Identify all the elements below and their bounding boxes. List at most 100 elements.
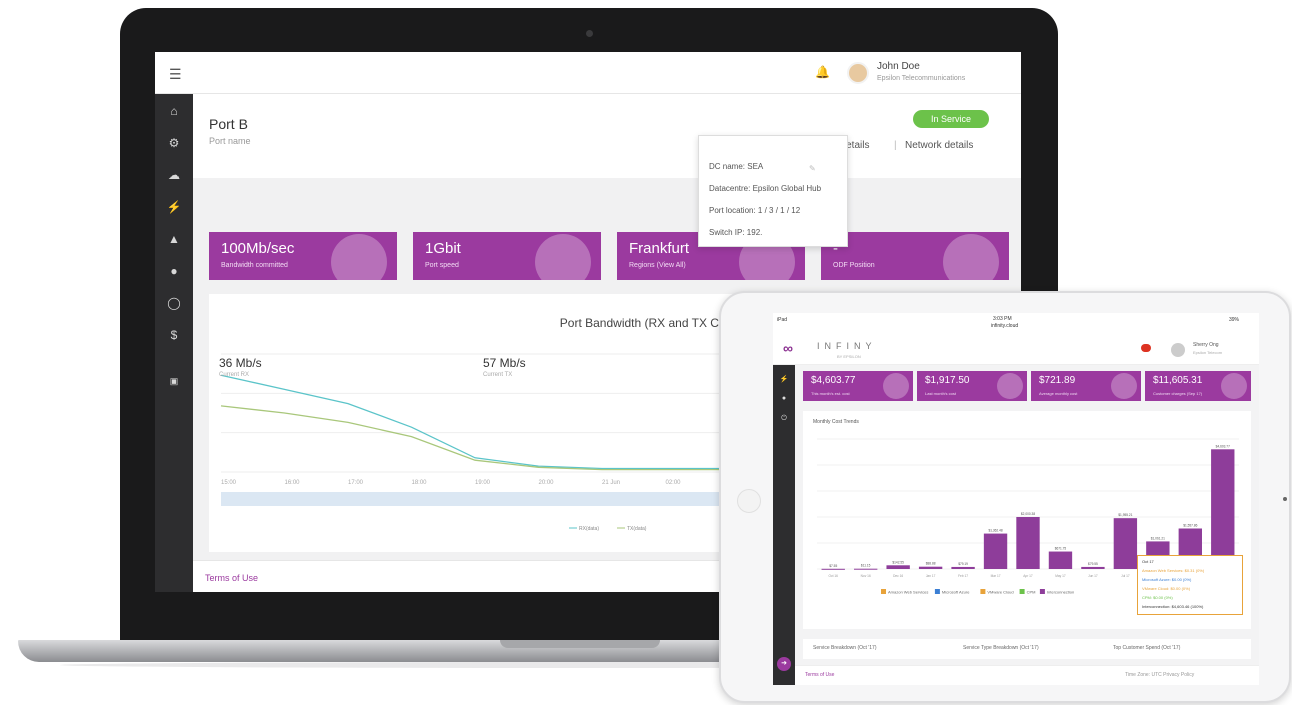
- x-tick-label: 15:00: [221, 480, 237, 486]
- stat-label: Customer charges (Sep 17): [1153, 391, 1203, 396]
- current-rx-label: Current RX: [219, 372, 250, 378]
- data-label: $79.19: [958, 562, 968, 566]
- dollar-icon[interactable]: $: [155, 328, 193, 342]
- stat-label: Last month's cost: [925, 391, 956, 396]
- collapse-icon[interactable]: ▣: [155, 376, 193, 387]
- calendar-icon: [883, 373, 909, 399]
- edit-icon[interactable]: ✎: [809, 164, 816, 173]
- laptop-notch: [500, 640, 660, 648]
- tablet-camera: [1283, 497, 1287, 501]
- url-label: infinity.cloud: [991, 323, 1019, 329]
- x-tick-label: Jul 17: [1121, 574, 1130, 578]
- popover-dc-name: DC name: SEA: [709, 162, 764, 171]
- top-bar: ☰ 🔔 John Doe Epsilon Telecommunications: [155, 52, 1021, 94]
- legend-label: Amazon Web Services: [888, 590, 928, 595]
- series-line-RX(data): [220, 374, 729, 470]
- notification-badge[interactable]: [1141, 344, 1151, 352]
- legend-label: RX(data): [579, 526, 599, 532]
- series-line-TX(data): [220, 405, 729, 471]
- stat-label: This month's est. cost: [811, 391, 850, 396]
- legend-label: VMware Cloud: [987, 590, 1013, 595]
- current-rx-value: 36 Mb/s: [219, 356, 262, 370]
- legend-swatch: [1039, 589, 1045, 594]
- tablet-frame: iPad 3:03 PM infinity.cloud 39% ∞ INFINY…: [719, 291, 1291, 703]
- port-header: Port B Port name In Service More details…: [193, 94, 1021, 178]
- bell-icon[interactable]: 🔔: [815, 65, 830, 79]
- clock: 3:03 PM: [993, 316, 1012, 322]
- receipt-icon: [997, 373, 1023, 399]
- stat-value: $11,605.31: [1153, 375, 1203, 386]
- legend-label: Interconnection: [1047, 590, 1074, 595]
- service-type-title: Service Type Breakdown (Oct '17): [963, 645, 1039, 651]
- next-arrow-icon[interactable]: ➜: [777, 657, 791, 671]
- popover-switch-ip: Switch IP: 192.: [709, 228, 763, 237]
- tooltip-row: CPM: $0.00 (0%): [1142, 595, 1173, 600]
- pie-chart-icon: [331, 234, 387, 280]
- users-icon[interactable]: ●: [155, 264, 193, 278]
- data-label: $1,061.21: [1151, 536, 1165, 540]
- x-tick-label: Oct 16: [829, 574, 839, 578]
- device-label: iPad: [777, 317, 788, 323]
- page-subtitle: Port name: [209, 136, 251, 146]
- tablet-stat-card[interactable]: $721.89 Average monthly cost: [1031, 371, 1141, 401]
- bar: [854, 568, 878, 570]
- stat-label: Bandwidth committed: [221, 262, 288, 269]
- stat-card-bandwidth[interactable]: 100Mb/sec Bandwidth committed: [209, 232, 397, 280]
- tablet-sidebar: ⚡ ● ⏻ ➜: [773, 365, 795, 685]
- bell-nav-icon[interactable]: ▲: [155, 232, 193, 246]
- timezone-privacy[interactable]: Time Zone: UTC Privacy Policy: [1125, 672, 1194, 678]
- data-label: $4,603.77: [1216, 444, 1230, 448]
- user-company: Epsilon Telecom: [1193, 350, 1223, 355]
- home-icon[interactable]: ⌂: [155, 104, 193, 118]
- bar: [1048, 551, 1073, 569]
- data-label: $88.88: [926, 562, 936, 566]
- cloud-icon[interactable]: ☁: [155, 168, 193, 182]
- current-tx-value: 57 Mb/s: [483, 356, 526, 370]
- x-tick-label: Nov 16: [861, 574, 871, 578]
- tablet-stat-card[interactable]: $4,603.77 This month's est. cost: [803, 371, 913, 401]
- globe-icon[interactable]: ◯: [155, 296, 193, 310]
- plug-icon[interactable]: ⚡: [773, 375, 795, 383]
- settings-icon[interactable]: ⚙: [155, 136, 193, 150]
- speedometer-icon: [535, 234, 591, 280]
- dot-icon[interactable]: ●: [773, 395, 795, 402]
- plug-icon[interactable]: ⚡: [155, 200, 193, 214]
- avatar[interactable]: [847, 62, 869, 84]
- legend-swatch: [980, 589, 986, 594]
- x-tick-label: 18:00: [412, 480, 428, 486]
- legend-swatch: [934, 589, 940, 594]
- bar: [918, 566, 943, 569]
- data-label: $142.55: [892, 560, 904, 564]
- bar-chart-icon: [1111, 373, 1137, 399]
- stat-value: $4,603.77: [811, 375, 856, 386]
- tooltip-row: Microsoft Azure: $0.00 (0%): [1142, 577, 1192, 582]
- x-tick-label: Mar 17: [991, 574, 1001, 578]
- stat-card-odf[interactable]: - ODF Position: [821, 232, 1009, 280]
- stat-label[interactable]: Regions (View All): [629, 262, 686, 269]
- sidebar: ⌂ ⚙ ☁ ⚡ ▲ ● ◯ $ ▣: [155, 94, 193, 592]
- tablet-stat-card[interactable]: $11,605.31 Customer charges (Sep 17): [1145, 371, 1251, 401]
- brand-subtitle: BY EPSILON: [837, 354, 861, 359]
- avatar[interactable]: [1171, 343, 1185, 357]
- bar: [951, 566, 975, 569]
- x-tick-label: May 17: [1055, 574, 1066, 578]
- x-tick-label: 02:00: [666, 480, 682, 486]
- navigator-range: [221, 492, 721, 506]
- terms-of-use-link[interactable]: Terms of Use: [805, 672, 834, 678]
- x-tick-label: Jun 17: [1088, 574, 1098, 578]
- hamburger-icon[interactable]: ☰: [169, 66, 182, 83]
- tablet-stat-card[interactable]: $1,917.50 Last month's cost: [917, 371, 1027, 401]
- power-icon[interactable]: ⏻: [773, 415, 795, 423]
- data-label: $671.75: [1055, 547, 1067, 551]
- bar: [1211, 449, 1235, 569]
- stat-card-port-speed[interactable]: 1Gbit Port speed: [413, 232, 601, 280]
- user-name[interactable]: John Doe: [877, 61, 920, 72]
- user-name[interactable]: Sherry Ong: [1193, 342, 1219, 348]
- x-tick-label: 21 Jun: [602, 480, 620, 486]
- popover-port-location: Port location: 1 / 3 / 1 / 12: [709, 206, 801, 215]
- network-details-link[interactable]: Network details: [905, 140, 973, 151]
- data-label: $1,557.86: [1183, 523, 1197, 527]
- infinity-logo-icon[interactable]: ∞: [783, 340, 793, 356]
- in-service-button[interactable]: In Service: [913, 110, 989, 128]
- terms-of-use-link[interactable]: Terms of Use: [205, 573, 258, 583]
